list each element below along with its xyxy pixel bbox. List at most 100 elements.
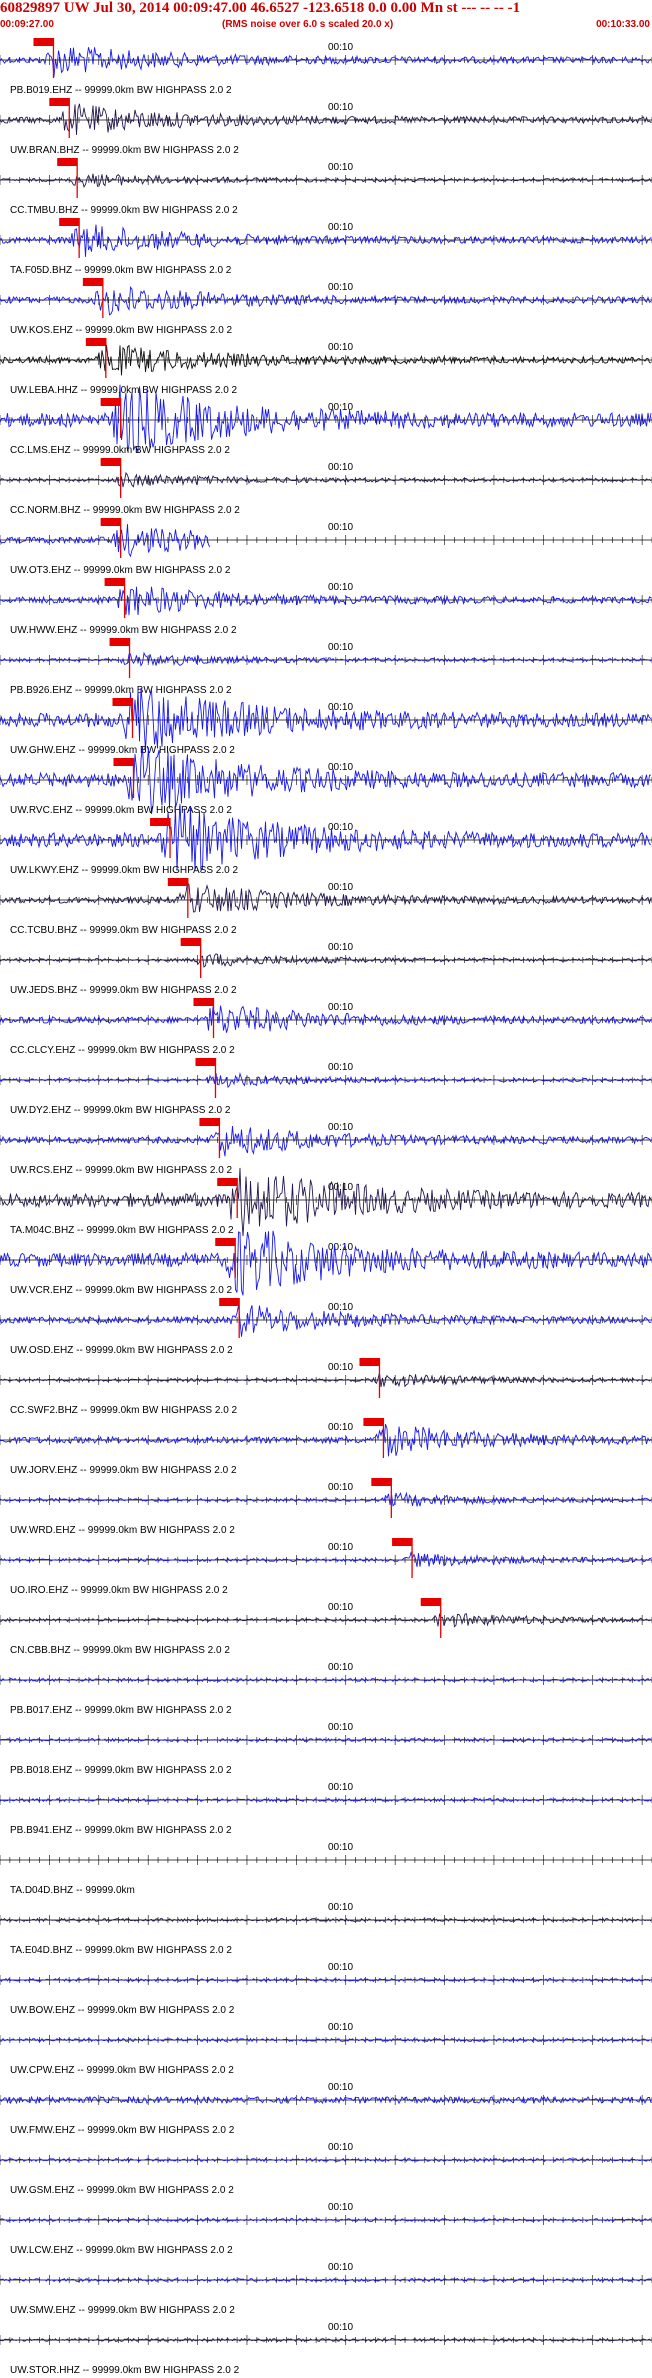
station-label: CC.TMBU.BHZ -- 99999.0km BW HIGHPASS 2.0… xyxy=(10,205,238,216)
time-tick-label: 00:10 xyxy=(328,2142,353,2153)
pick-flag xyxy=(104,578,125,586)
trace-row: 00:10 UW.OT3.EHZ -- 99999.0km BW HIGHPASS… xyxy=(0,518,652,576)
time-tick-label: 00:10 xyxy=(328,1542,353,1553)
station-label: CN.CBB.BHZ -- 99999.0km BW HIGHPASS 2.0 … xyxy=(10,1645,230,1656)
pick-flag xyxy=(167,878,188,886)
trace-row: 00:10 UW.JORV.EHZ -- 99999.0km BW HIGHPAS… xyxy=(0,1418,652,1476)
trace-row: 00:10 CC.TMBU.BHZ -- 99999.0km BW HIGHPAS… xyxy=(0,158,652,216)
trace-row: 00:10 UW.GSM.EHZ -- 99999.0km BW HIGHPASS… xyxy=(0,2142,652,2196)
time-tick-label: 00:10 xyxy=(328,882,353,893)
waveform xyxy=(0,524,211,558)
trace-row: 00:10 UW.SMW.EHZ -- 99999.0km BW HIGHPASS… xyxy=(0,2262,652,2316)
station-label: UW.STOR.HHZ -- 99999.0km BW HIGHPASS 2.0… xyxy=(10,2365,240,2376)
time-tick-label: 00:10 xyxy=(328,762,353,773)
pick-flag xyxy=(100,458,121,466)
station-label: TA.E04D.BHZ -- 99999.0km BW HIGHPASS 2.0… xyxy=(10,1945,232,1956)
station-label: UW.LKWY.EHZ -- 99999.0km BW HIGHPASS 2.0… xyxy=(10,865,238,876)
station-label: UW.JORV.EHZ -- 99999.0km BW HIGHPASS 2.0… xyxy=(10,1465,237,1476)
pick-flag xyxy=(59,218,80,226)
pick-flag xyxy=(219,1298,240,1306)
station-label: UW.DY2.EHZ -- 99999.0km BW HIGHPASS 2.0 … xyxy=(10,1105,231,1116)
time-tick-label: 00:10 xyxy=(328,1962,353,1973)
trace-row: 00:10 PB.B926.EHZ -- 99999.0km BW HIGHPAS… xyxy=(0,638,652,696)
time-tick-label: 00:10 xyxy=(328,2082,353,2093)
time-tick-label: 00:10 xyxy=(328,1062,353,1073)
trace-row: 00:10 PB.B941.EHZ -- 99999.0km BW HIGHPAS… xyxy=(0,1782,652,1836)
trace-row: 00:10 PB.B017.EHZ -- 99999.0km BW HIGHPAS… xyxy=(0,1662,652,1716)
trace-row: 00:10UW.RVC.EHZ -- 99999.0km BW HIGHPASS… xyxy=(0,746,652,816)
time-tick-label: 00:10 xyxy=(328,942,353,953)
time-tick-label: 00:10 xyxy=(328,342,353,353)
pick-flag xyxy=(363,1418,384,1426)
time-tick-label: 00:10 xyxy=(328,1122,353,1133)
trace-row: 00:10 TA.D04D.BHZ -- 99999.0km xyxy=(0,1842,652,1896)
trace-row: 00:10 UW.KOS.EHZ -- 99999.0km BW HIGHPASS… xyxy=(0,278,652,336)
station-label: UW.OT3.EHZ -- 99999.0km BW HIGHPASS 2.0 … xyxy=(10,565,231,576)
station-label: TA.M04C.BHZ -- 99999.0km BW HIGHPASS 2.0… xyxy=(10,1225,234,1236)
station-label: UW.CPW.EHZ -- 99999.0km BW HIGHPASS 2.0 … xyxy=(10,2065,234,2076)
trace-row: 00:10 UW.BRAN.BHZ -- 99999.0km BW HIGHPAS… xyxy=(0,98,652,156)
station-label: UW.SMW.EHZ -- 99999.0km BW HIGHPASS 2.0 … xyxy=(10,2305,235,2316)
time-tick-label: 00:10 xyxy=(328,642,353,653)
trace-row: 00:10 CC.TCBU.BHZ -- 99999.0km BW HIGHPAS… xyxy=(0,878,652,936)
time-tick-label: 00:10 xyxy=(328,1362,353,1373)
waveform xyxy=(0,651,652,667)
pick-flag xyxy=(112,698,133,706)
trace-row: 00:10 TA.E04D.BHZ -- 99999.0km BW HIGHPAS… xyxy=(0,1902,652,1956)
time-tick-label: 00:10 xyxy=(328,1302,353,1313)
time-tick-label: 00:10 xyxy=(328,2322,353,2333)
seismogram-plot: 00:10 PB.B019.EHZ -- 99999.0km BW HIGHPAS… xyxy=(0,38,652,2376)
trace-row: 00:10 UW.GHW.EHZ -- 99999.0km BW HIGHPASS… xyxy=(0,687,652,756)
time-tick-label: 00:10 xyxy=(328,2202,353,2213)
station-label: UW.KOS.EHZ -- 99999.0km BW HIGHPASS 2.0 … xyxy=(10,325,233,336)
trace-row: 00:10 UW.BOW.EHZ -- 99999.0km BW HIGHPASS… xyxy=(0,1962,652,2016)
trace-row: 00:10 UW.FMW.EHZ -- 99999.0km BW HIGHPASS… xyxy=(0,2082,652,2136)
station-label: CC.LMS.EHZ -- 99999.0km BW HIGHPASS 2.0 … xyxy=(10,445,230,456)
pick-flag xyxy=(180,938,201,946)
time-tick-label: 00:10 xyxy=(328,222,353,233)
trace-row: 00:10 UW.JEDS.BHZ -- 99999.0km BW HIGHPAS… xyxy=(0,938,652,996)
station-label: UW.VCR.EHZ -- 99999.0km BW HIGHPASS 2.0 … xyxy=(10,1285,233,1296)
trace-row: 00:10 UW.LCW.EHZ -- 99999.0km BW HIGHPASS… xyxy=(0,2202,652,2256)
station-label: PB.B017.EHZ -- 99999.0km BW HIGHPASS 2.0… xyxy=(10,1705,232,1716)
trace-row: 00:10 CC.CLCY.EHZ -- 99999.0km BW HIGHPAS… xyxy=(0,998,652,1056)
time-tick-label: 00:10 xyxy=(328,1602,353,1613)
trace-row: 00:10 UW.DY2.EHZ -- 99999.0km BW HIGHPASS… xyxy=(0,1058,652,1116)
pick-flag xyxy=(85,338,106,346)
trace-row: 00:10 PB.B019.EHZ -- 99999.0km BW HIGHPAS… xyxy=(0,38,652,96)
time-tick-label: 00:10 xyxy=(328,462,353,473)
pick-flag xyxy=(420,1598,441,1606)
station-label: UW.BOW.EHZ -- 99999.0km BW HIGHPASS 2.0 … xyxy=(10,2005,235,2016)
station-label: PB.B926.EHZ -- 99999.0km BW HIGHPASS 2.0… xyxy=(10,685,232,696)
pick-flag xyxy=(82,278,103,286)
pick-flag xyxy=(359,1358,380,1366)
pick-flag xyxy=(215,1238,236,1246)
pick-flag xyxy=(392,1538,413,1546)
time-tick-label: 00:10 xyxy=(328,1662,353,1673)
pick-flag xyxy=(33,38,54,46)
time-tick-label: 00:10 xyxy=(328,1002,353,1013)
station-label: UW.HWW.EHZ -- 99999.0km BW HIGHPASS 2.0 … xyxy=(10,625,237,636)
trace-row: 00:10UW.VCR.EHZ -- 99999.0km BW HIGHPASS… xyxy=(0,1230,652,1296)
pick-flag xyxy=(57,158,78,166)
time-tick-label: 00:10 xyxy=(328,582,353,593)
pick-flag xyxy=(113,758,134,766)
station-label: UW.LEBA.HHZ -- 99999.0km BW HIGHPASS 2.0… xyxy=(10,385,238,396)
waveform xyxy=(0,103,652,135)
station-label: TA.D04D.BHZ -- 99999.0km xyxy=(10,1885,135,1896)
pick-flag xyxy=(195,1058,216,1066)
trace-row: 00:10TA.M04C.BHZ -- 99999.0km BW HIGHPAS… xyxy=(0,1167,652,1237)
station-label: UW.OSD.EHZ -- 99999.0km BW HIGHPASS 2.0 … xyxy=(10,1345,233,1356)
station-label: UW.WRD.EHZ -- 99999.0km BW HIGHPASS 2.0 … xyxy=(10,1525,235,1536)
trace-row: 00:10 CC.NORM.BHZ -- 99999.0km BW HIGHPAS… xyxy=(0,458,652,516)
pick-flag xyxy=(100,518,121,526)
time-tick-label: 00:10 xyxy=(328,1842,353,1853)
trace-row: 00:10 UW.HWW.EHZ -- 99999.0km BW HIGHPASS… xyxy=(0,578,652,636)
trace-row: 00:10 UW.OSD.EHZ -- 99999.0km BW HIGHPASS… xyxy=(0,1298,652,1356)
station-label: PB.B018.EHZ -- 99999.0km BW HIGHPASS 2.0… xyxy=(10,1765,232,1776)
station-label: PB.B941.EHZ -- 99999.0km BW HIGHPASS 2.0… xyxy=(10,1825,232,1836)
trace-row: 00:10 UW.LEBA.HHZ -- 99999.0km BW HIGHPAS… xyxy=(0,338,652,396)
time-tick-label: 00:10 xyxy=(328,702,353,713)
time-tick-label: 00:10 xyxy=(328,282,353,293)
station-label: CC.CLCY.EHZ -- 99999.0km BW HIGHPASS 2.0… xyxy=(10,1045,235,1056)
